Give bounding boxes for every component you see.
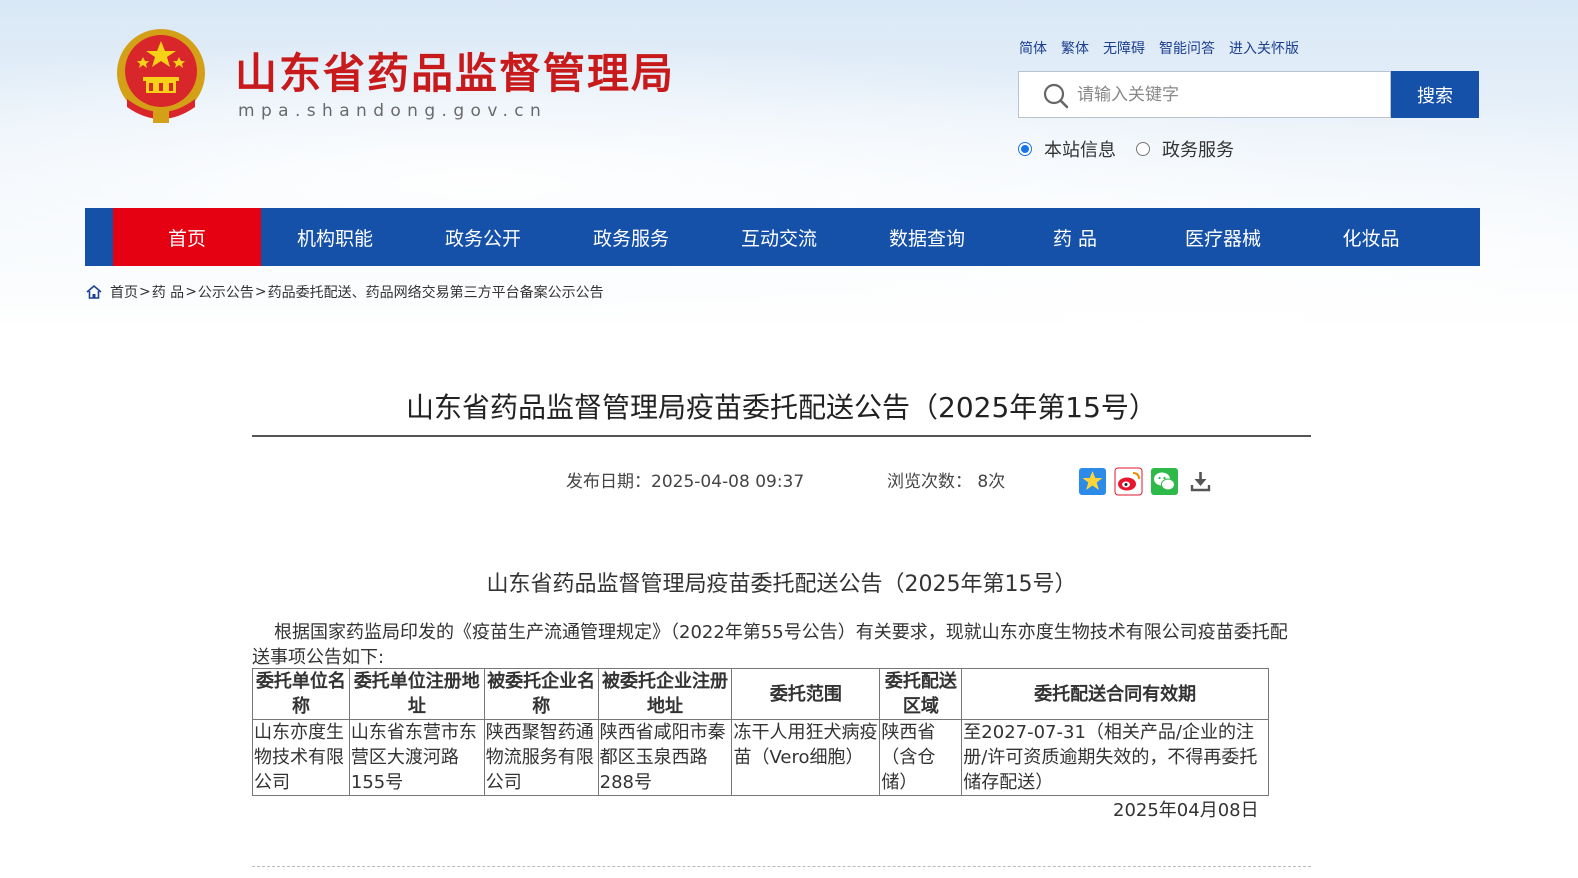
search-input[interactable]: [1077, 72, 1377, 117]
radio-unchecked-icon[interactable]: [1136, 142, 1150, 156]
table-header: 委托单位注册地址: [348, 668, 485, 720]
nav-gov-service[interactable]: 政务服务: [557, 208, 705, 266]
table-cell: 陕西聚智药通物流服务有限公司: [483, 719, 599, 796]
breadcrumb: 首页 > 药 品 > 公示公告 > 药品委托配送、药品网络交易第三方平台备案公示…: [86, 282, 604, 302]
nav-institution[interactable]: 机构职能: [261, 208, 409, 266]
search-box: [1018, 71, 1391, 118]
table-cell: 山东亦度生物技术有限公司: [252, 719, 350, 796]
table-cell: 陕西省（含仓储）: [879, 719, 963, 796]
search-icon: [1043, 83, 1069, 109]
table-header: 被委托企业名称: [483, 668, 599, 720]
table-header: 委托单位名称: [252, 668, 350, 720]
table-header: 被委托企业注册地址: [597, 668, 733, 720]
favorite-icon[interactable]: [1078, 467, 1107, 496]
nav-data-query[interactable]: 数据查询: [853, 208, 1001, 266]
nav-medical-devices[interactable]: 医疗器械: [1149, 208, 1297, 266]
table-header: 委托配送区域: [879, 668, 963, 720]
share-bar: [1078, 467, 1215, 496]
delegation-table: 委托单位名称 委托单位注册地址 被委托企业名称 被委托企业注册地址 委托范围 委…: [252, 668, 1269, 796]
view-count: 浏览次数： 8次: [887, 472, 1006, 492]
article-title: 山东省药品监督管理局疫苗委托配送公告（2025年第15号）: [406, 391, 1157, 424]
table-header: 委托配送合同有效期: [961, 668, 1269, 720]
nav-cosmetics[interactable]: 化妆品: [1297, 208, 1445, 266]
body-paragraph: 根据国家药监局印发的《疫苗生产流通管理规定》（2022年第55号公告）有关要求，…: [252, 622, 1288, 668]
footer-divider: [252, 866, 1311, 867]
link-accessibility[interactable]: 无障碍: [1103, 38, 1145, 58]
search-scope: 本站信息 政务服务: [1018, 136, 1234, 162]
publish-date: 发布日期：2025-04-08 09:37: [566, 472, 805, 492]
scope-label: 政务服务: [1162, 140, 1234, 161]
breadcrumb-drugs[interactable]: 药 品: [152, 282, 184, 302]
weibo-icon[interactable]: [1114, 467, 1143, 496]
home-icon: [86, 284, 102, 299]
search-button[interactable]: 搜索: [1391, 71, 1479, 118]
link-traditional[interactable]: 繁体: [1061, 38, 1089, 58]
table-row: 山东亦度生物技术有限公司 山东省东营市东营区大渡河路155号 陕西聚智药通物流服…: [252, 719, 1269, 796]
table-cell: 山东省东营市东营区大渡河路155号: [348, 719, 485, 796]
nav-home[interactable]: 首页: [113, 208, 261, 266]
site-domain: mpa.shandong.gov.cn: [238, 101, 548, 121]
breadcrumb-home[interactable]: 首页: [110, 282, 138, 302]
title-divider: [252, 435, 1311, 437]
scope-label: 本站信息: [1044, 140, 1116, 161]
nav-gov-affairs[interactable]: 政务公开: [409, 208, 557, 266]
top-links: 简体 繁体 无障碍 智能问答 进入关怀版: [1019, 38, 1299, 58]
table-cell: 陕西省咸阳市秦都区玉泉西路288号: [597, 719, 733, 796]
link-care-mode[interactable]: 进入关怀版: [1229, 38, 1299, 58]
scope-gov-service[interactable]: 政务服务: [1136, 136, 1234, 162]
radio-checked-icon[interactable]: [1018, 142, 1032, 156]
breadcrumb-separator: >: [185, 284, 197, 300]
table-cell: 至2027-07-31（相关产品/企业的注册/许可资质逾期失效的，不得再委托储存…: [961, 719, 1269, 796]
link-simplified[interactable]: 简体: [1019, 38, 1047, 58]
breadcrumb-current[interactable]: 药品委托配送、药品网络交易第三方平台备案公示公告: [268, 282, 604, 302]
wechat-icon[interactable]: [1150, 467, 1179, 496]
breadcrumb-separator: >: [254, 284, 267, 300]
scope-site-info[interactable]: 本站信息: [1018, 136, 1116, 162]
body-title: 山东省药品监督管理局疫苗委托配送公告（2025年第15号）: [486, 572, 1077, 597]
breadcrumb-notices[interactable]: 公示公告: [198, 282, 254, 302]
table-header: 委托范围: [731, 668, 881, 720]
sign-date: 2025年04月08日: [1113, 800, 1259, 821]
breadcrumb-separator: >: [139, 284, 151, 300]
nav-drugs[interactable]: 药 品: [1001, 208, 1149, 266]
table-header-row: 委托单位名称 委托单位注册地址 被委托企业名称 被委托企业注册地址 委托范围 委…: [252, 668, 1269, 720]
site-title: 山东省药品监督管理局: [235, 49, 676, 98]
download-icon[interactable]: [1186, 467, 1215, 496]
table-cell: 冻干人用狂犬病疫苗（Vero细胞）: [731, 719, 881, 796]
nav-interaction[interactable]: 互动交流: [705, 208, 853, 266]
national-emblem-logo: [117, 29, 205, 123]
main-nav: 首页 机构职能 政务公开 政务服务 互动交流 数据查询 药 品 医疗器械 化妆品: [85, 208, 1480, 266]
link-smart-qa[interactable]: 智能问答: [1159, 38, 1215, 58]
